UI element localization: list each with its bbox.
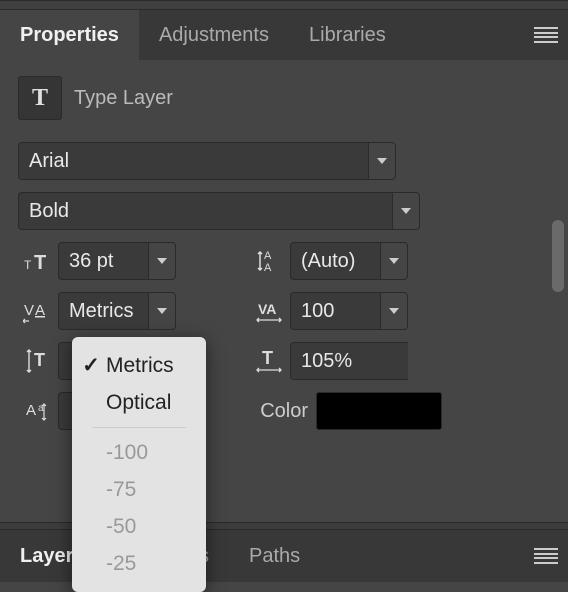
svg-text:A: A	[26, 402, 36, 419]
font-family-field[interactable]: Arial	[18, 142, 368, 180]
baseline-shift-icon: Aa	[18, 398, 58, 424]
tab-paths[interactable]: Paths	[229, 530, 320, 582]
color-label: Color	[260, 400, 308, 423]
tracking-field[interactable]: 100	[290, 292, 380, 330]
tracking-icon: VA	[250, 298, 290, 324]
kerning-dropdown-menu: ✓ Metrics ✓ Optical ✓-100 ✓-75 ✓-50 ✓-25	[72, 337, 206, 592]
dropdown-preset[interactable]: ✓-25	[72, 545, 206, 582]
dropdown-item-optical[interactable]: ✓ Optical	[72, 384, 206, 421]
svg-text:A: A	[264, 250, 272, 262]
chevron-down-icon	[377, 158, 387, 164]
svg-text:A: A	[264, 262, 272, 274]
svg-text:T: T	[262, 348, 273, 368]
dropdown-item-label: -25	[106, 552, 136, 576]
panel-top-border	[0, 0, 568, 10]
kerning-icon: VA	[18, 298, 58, 324]
tab-libraries[interactable]: Libraries	[289, 10, 406, 60]
leading-dropdown-button[interactable]	[380, 242, 408, 280]
chevron-down-icon	[389, 258, 399, 264]
type-layer-icon: T	[18, 76, 62, 120]
layer-type-row: T Type Layer	[18, 76, 550, 120]
horizontal-scale-field[interactable]: 105%	[290, 342, 408, 380]
leading-icon: AA	[250, 248, 290, 274]
top-tab-row: Properties Adjustments Libraries	[0, 10, 568, 60]
tab-properties[interactable]: Properties	[0, 10, 139, 60]
svg-text:A: A	[35, 302, 45, 319]
dropdown-preset[interactable]: ✓-50	[72, 508, 206, 545]
svg-text:T: T	[34, 350, 45, 370]
dropdown-item-label: -50	[106, 515, 136, 539]
tracking-dropdown-button[interactable]	[380, 292, 408, 330]
chevron-down-icon	[389, 308, 399, 314]
horizontal-scale-icon: T	[250, 348, 290, 374]
dropdown-divider	[92, 427, 186, 428]
font-style-dropdown-button[interactable]	[392, 192, 420, 230]
color-swatch[interactable]	[316, 392, 442, 430]
font-size-field[interactable]: 36 pt	[58, 242, 148, 280]
font-style-field[interactable]: Bold	[18, 192, 392, 230]
svg-text:V: V	[24, 302, 34, 319]
panel-menu-icon[interactable]	[534, 27, 558, 43]
font-family-dropdown-button[interactable]	[368, 142, 396, 180]
dropdown-item-metrics[interactable]: ✓ Metrics	[72, 347, 206, 384]
tab-adjustments[interactable]: Adjustments	[139, 10, 289, 60]
scrollbar-thumb[interactable]	[552, 220, 564, 292]
bottom-panel-menu-icon[interactable]	[534, 548, 558, 564]
kerning-field[interactable]: Metrics	[58, 292, 148, 330]
kerning-dropdown-button[interactable]	[148, 292, 176, 330]
leading-field[interactable]: (Auto)	[290, 242, 380, 280]
layer-type-label: Type Layer	[74, 87, 173, 110]
dropdown-item-label: -75	[106, 478, 136, 502]
dropdown-item-label: Metrics	[106, 354, 174, 378]
svg-text:VA: VA	[258, 301, 276, 317]
vertical-scale-icon: T	[18, 347, 58, 375]
dropdown-preset[interactable]: ✓-75	[72, 471, 206, 508]
chevron-down-icon	[401, 208, 411, 214]
font-size-icon: TT	[18, 249, 58, 273]
dropdown-item-label: -100	[106, 441, 148, 465]
svg-text:T: T	[24, 258, 32, 272]
check-icon: ✓	[82, 353, 100, 378]
dropdown-preset[interactable]: ✓-100	[72, 434, 206, 471]
font-size-dropdown-button[interactable]	[148, 242, 176, 280]
chevron-down-icon	[157, 258, 167, 264]
chevron-down-icon	[157, 308, 167, 314]
dropdown-item-label: Optical	[106, 391, 171, 415]
svg-text:T: T	[34, 252, 46, 273]
